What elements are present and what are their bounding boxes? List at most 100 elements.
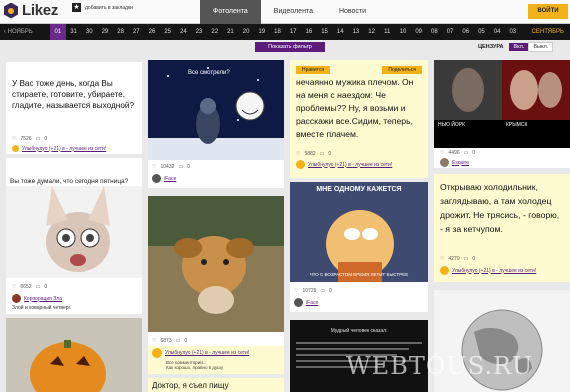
date-day[interactable]: 16 (301, 24, 317, 40)
like-count: 7526 (20, 136, 32, 142)
post-image (6, 186, 142, 278)
comment-icon[interactable]: ▭ (464, 150, 469, 156)
date-day[interactable]: 21 (223, 24, 239, 40)
date-day[interactable]: 15 (317, 24, 333, 40)
like-icon[interactable]: ♡ (12, 284, 16, 290)
comment-icon[interactable]: ▭ (36, 136, 41, 142)
post-text: нечаянно мужика плечом. Он на меня с нае… (296, 77, 414, 139)
author-avatar (440, 266, 449, 275)
comment-icon[interactable]: ▭ (320, 288, 325, 294)
date-day[interactable]: 12 (364, 24, 380, 40)
date-day[interactable]: 10 (395, 24, 411, 40)
share-button[interactable]: Поделиться (382, 66, 422, 74)
tab-videofeed[interactable]: Видеолента (261, 0, 326, 24)
author-name[interactable]: iFace (306, 300, 318, 306)
comment-icon[interactable]: ▭ (320, 151, 325, 157)
post-stats: ♡ 10432 ▭ 0 (152, 164, 190, 170)
logo[interactable]: Likez (4, 2, 58, 19)
author-avatar (12, 145, 19, 152)
censor-label: ЦЕНЗУРА (478, 44, 504, 50)
author-name[interactable]: Корпорация Зла (24, 296, 62, 302)
author-name[interactable]: iFace (164, 176, 176, 182)
comment-text: Как хорошо, правно в душу (166, 365, 224, 370)
like-icon[interactable]: ♡ (440, 256, 444, 262)
date-day[interactable]: 31 (66, 24, 82, 40)
comment-icon[interactable]: ▭ (176, 338, 181, 344)
post-author[interactable]: iFace (294, 298, 318, 307)
date-day[interactable]: 26 (144, 24, 160, 40)
date-day[interactable]: 14 (332, 24, 348, 40)
post-card: Все смотрели? ♡ 10432 ▭ 0 iFace (148, 60, 284, 188)
date-day[interactable]: 04 (489, 24, 505, 40)
like-count: 6873 (160, 338, 172, 344)
like-icon[interactable]: ♡ (152, 338, 156, 344)
tab-photofeed[interactable]: Фотолента (200, 0, 261, 24)
post-title: Вы тоже думали, что сегодня пятница? (10, 178, 129, 185)
post-author[interactable]: Корпорация Зла (12, 294, 62, 303)
post-link[interactable]: Улыбнулуо (+21) в - лучшее из сети! (22, 146, 106, 152)
next-month-link[interactable]: СЕНТЯБРЬ (532, 24, 564, 40)
date-day[interactable]: 22 (207, 24, 223, 40)
like-button[interactable]: Нравится (296, 66, 331, 74)
date-day[interactable]: 29 (97, 24, 113, 40)
author-avatar (152, 348, 162, 358)
post-image (290, 182, 428, 282)
post-title: Мудрый человек сказал: (330, 328, 388, 334)
date-day[interactable]: 27 (128, 24, 144, 40)
author-name[interactable]: Esquire (452, 160, 469, 166)
date-day[interactable]: 09 (411, 24, 427, 40)
post-stats: ♡ 4279 ▭ 0 (440, 256, 475, 262)
comment-icon[interactable]: ▭ (464, 256, 469, 262)
comment-count: 0 (472, 150, 476, 156)
comment-count: 0 (329, 288, 332, 294)
image-caption: Все смотрели? (188, 70, 230, 76)
post-card: МНЕ ОДНОМУ КАЖЕТСЯ ЧТО С ВОЗРАСТОМ ВРЕМЯ… (290, 182, 428, 312)
post-link[interactable]: Улыбнулуо (+21) в - лучшее из сети! (452, 268, 536, 274)
comment-count: 0 (328, 151, 332, 157)
date-day[interactable]: 23 (191, 24, 207, 40)
comment-icon[interactable]: ▭ (36, 284, 41, 290)
date-day[interactable]: 20 (238, 24, 254, 40)
date-day[interactable]: 24 (176, 24, 192, 40)
author-bar: Улыбнулуо (+21) в - лучшее из сети! Все … (148, 346, 284, 374)
date-day[interactable]: 08 (427, 24, 443, 40)
like-count: 6652 (20, 284, 32, 290)
show-filter-button[interactable]: Показать фильтр (255, 42, 325, 52)
like-icon[interactable]: ♡ (12, 136, 16, 142)
date-day[interactable]: 05 (474, 24, 490, 40)
date-day[interactable]: 11 (379, 24, 395, 40)
date-day[interactable]: 17 (285, 24, 301, 40)
date-day[interactable]: 01 (50, 24, 66, 40)
date-day[interactable]: 19 (254, 24, 270, 40)
date-day[interactable]: 18 (270, 24, 286, 40)
date-day[interactable]: 13 (348, 24, 364, 40)
comment-icon[interactable]: ▭ (178, 164, 183, 170)
bookmark-link[interactable]: ★ добавить в закладки (72, 3, 133, 12)
date-day[interactable]: 06 (458, 24, 474, 40)
login-button[interactable]: ВОЙТИ (528, 4, 568, 19)
logo-text: Likez (22, 2, 59, 19)
date-day[interactable]: 25 (160, 24, 176, 40)
post-author[interactable]: Esquire (440, 158, 469, 167)
post-link[interactable]: Улыбнулуо (+21) в - лучшее из сети! (308, 162, 392, 168)
censor-on-button[interactable]: Вкл. (509, 43, 529, 51)
censor-off-button[interactable]: Выкл. (528, 42, 554, 52)
post-author[interactable]: iFace (152, 174, 176, 183)
like-icon[interactable]: ♡ (294, 288, 298, 294)
like-icon[interactable]: ♡ (440, 150, 444, 156)
post-text: Открываю холодильник, заглядываю, а там … (440, 182, 560, 234)
post-stats: ♡ 6873 ▭ 0 (152, 338, 187, 344)
date-day[interactable]: 07 (442, 24, 458, 40)
date-day[interactable]: 28 (113, 24, 129, 40)
image-caption-right: КРЫМСК (506, 122, 528, 128)
bookmark-label: добавить в закладки (85, 4, 133, 11)
prev-month-link[interactable]: ‹ НОЯБРЬ (0, 29, 50, 35)
date-day[interactable]: 30 (81, 24, 97, 40)
tab-news[interactable]: Новости (326, 0, 379, 24)
post-link[interactable]: Улыбнулуо (+21) в - лучшее из сети! (165, 350, 249, 356)
date-day[interactable]: 03 (505, 24, 521, 40)
like-icon[interactable]: ♡ (152, 164, 156, 170)
like-icon[interactable]: ♡ (296, 151, 300, 157)
post-card: Доктор, я съел пищу (148, 378, 284, 392)
prev-month-label: НОЯБРЬ (7, 29, 33, 35)
